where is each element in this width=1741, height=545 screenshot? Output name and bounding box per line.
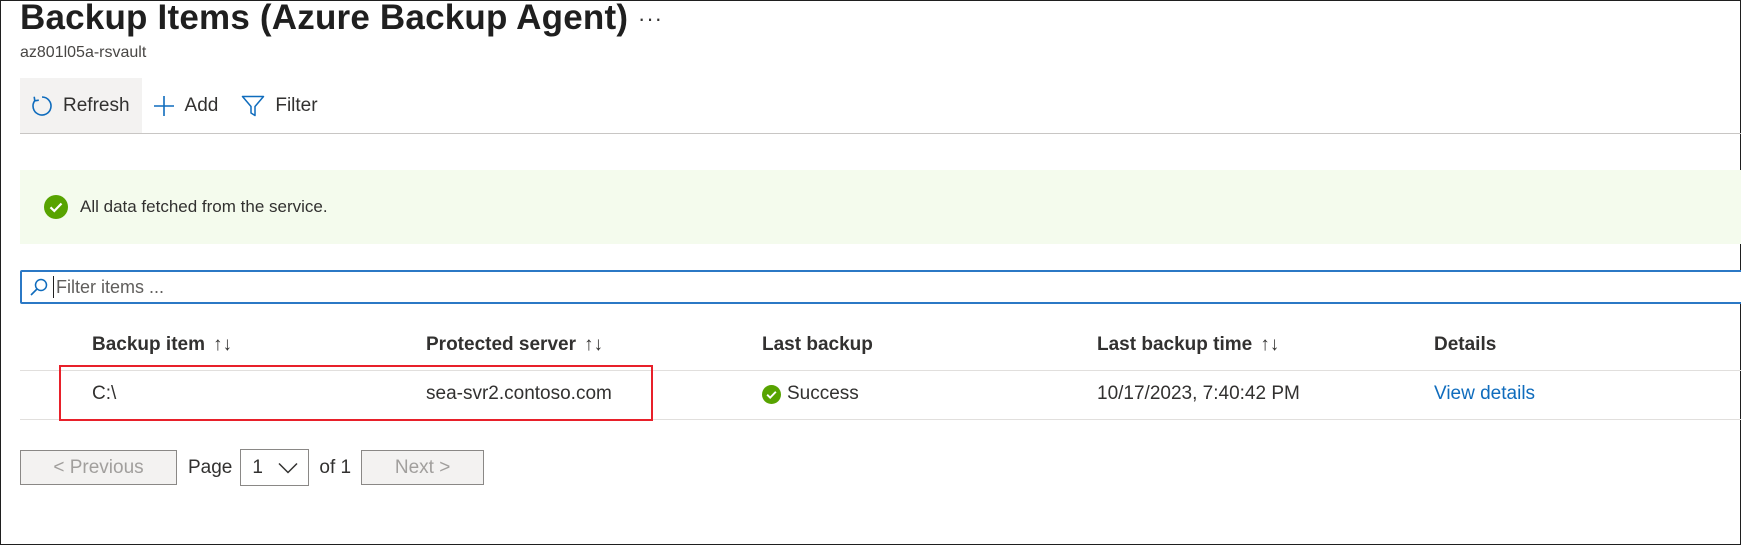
info-banner: All data fetched from the service.: [20, 170, 1741, 244]
command-bar: Refresh Add Filter: [20, 78, 330, 134]
filter-search-box[interactable]: [20, 270, 1741, 304]
pagination: < Previous Page 1 of 1 Next >: [20, 449, 485, 486]
sort-arrows-icon[interactable]: ↑↓: [1260, 334, 1279, 355]
column-header-protected-server[interactable]: Protected server ↑↓: [426, 334, 603, 356]
add-label: Add: [184, 95, 219, 116]
page-title: Backup Items (Azure Backup Agent): [20, 0, 629, 37]
toolbar-divider: [20, 133, 1741, 134]
success-check-icon: [44, 195, 68, 219]
cell-protected-server: sea-svr2.contoso.com: [426, 383, 612, 404]
cell-backup-item: C:\: [92, 383, 117, 404]
cell-last-backup-time: 10/17/2023, 7:40:42 PM: [1097, 383, 1300, 404]
vault-name: az801l05a-rsvault: [20, 44, 147, 61]
success-check-icon: [762, 384, 781, 404]
sort-arrows-icon[interactable]: ↑↓: [213, 334, 232, 355]
view-details-link[interactable]: View details: [1434, 383, 1535, 405]
filter-button[interactable]: Filter: [230, 78, 329, 134]
table-row[interactable]: C:\ sea-svr2.contoso.com Success 10/17/2…: [20, 371, 1741, 420]
next-page-button[interactable]: Next >: [361, 450, 485, 485]
cell-last-backup: Success: [762, 383, 859, 405]
column-header-last-backup: Last backup: [762, 334, 873, 355]
column-header-last-backup-time[interactable]: Last backup time ↑↓: [1097, 334, 1279, 356]
more-options-button[interactable]: ···: [638, 6, 663, 32]
add-button[interactable]: Add: [142, 78, 231, 134]
refresh-label: Refresh: [63, 95, 130, 116]
plus-icon: [153, 96, 174, 116]
chevron-down-icon: [278, 462, 298, 474]
refresh-button[interactable]: Refresh: [20, 78, 142, 134]
status-text: Success: [787, 383, 859, 404]
page-select[interactable]: 1: [240, 449, 310, 486]
filter-funnel-icon: [242, 95, 265, 117]
search-icon: [30, 278, 48, 296]
refresh-icon: [32, 96, 52, 116]
column-header-backup-item[interactable]: Backup item ↑↓: [92, 334, 232, 356]
filter-input[interactable]: [54, 276, 1558, 298]
page-count-label: of 1: [319, 456, 352, 478]
page-label: Page: [188, 456, 233, 478]
table-header: Backup item ↑↓ Protected server ↑↓ Last ba…: [20, 320, 1741, 371]
previous-page-button[interactable]: < Previous: [20, 450, 177, 485]
column-header-details: Details: [1434, 334, 1497, 355]
sort-arrows-icon[interactable]: ↑↓: [584, 334, 603, 355]
page-select-value: 1: [252, 456, 263, 478]
filter-label: Filter: [275, 95, 318, 116]
banner-message: All data fetched from the service.: [80, 197, 328, 216]
